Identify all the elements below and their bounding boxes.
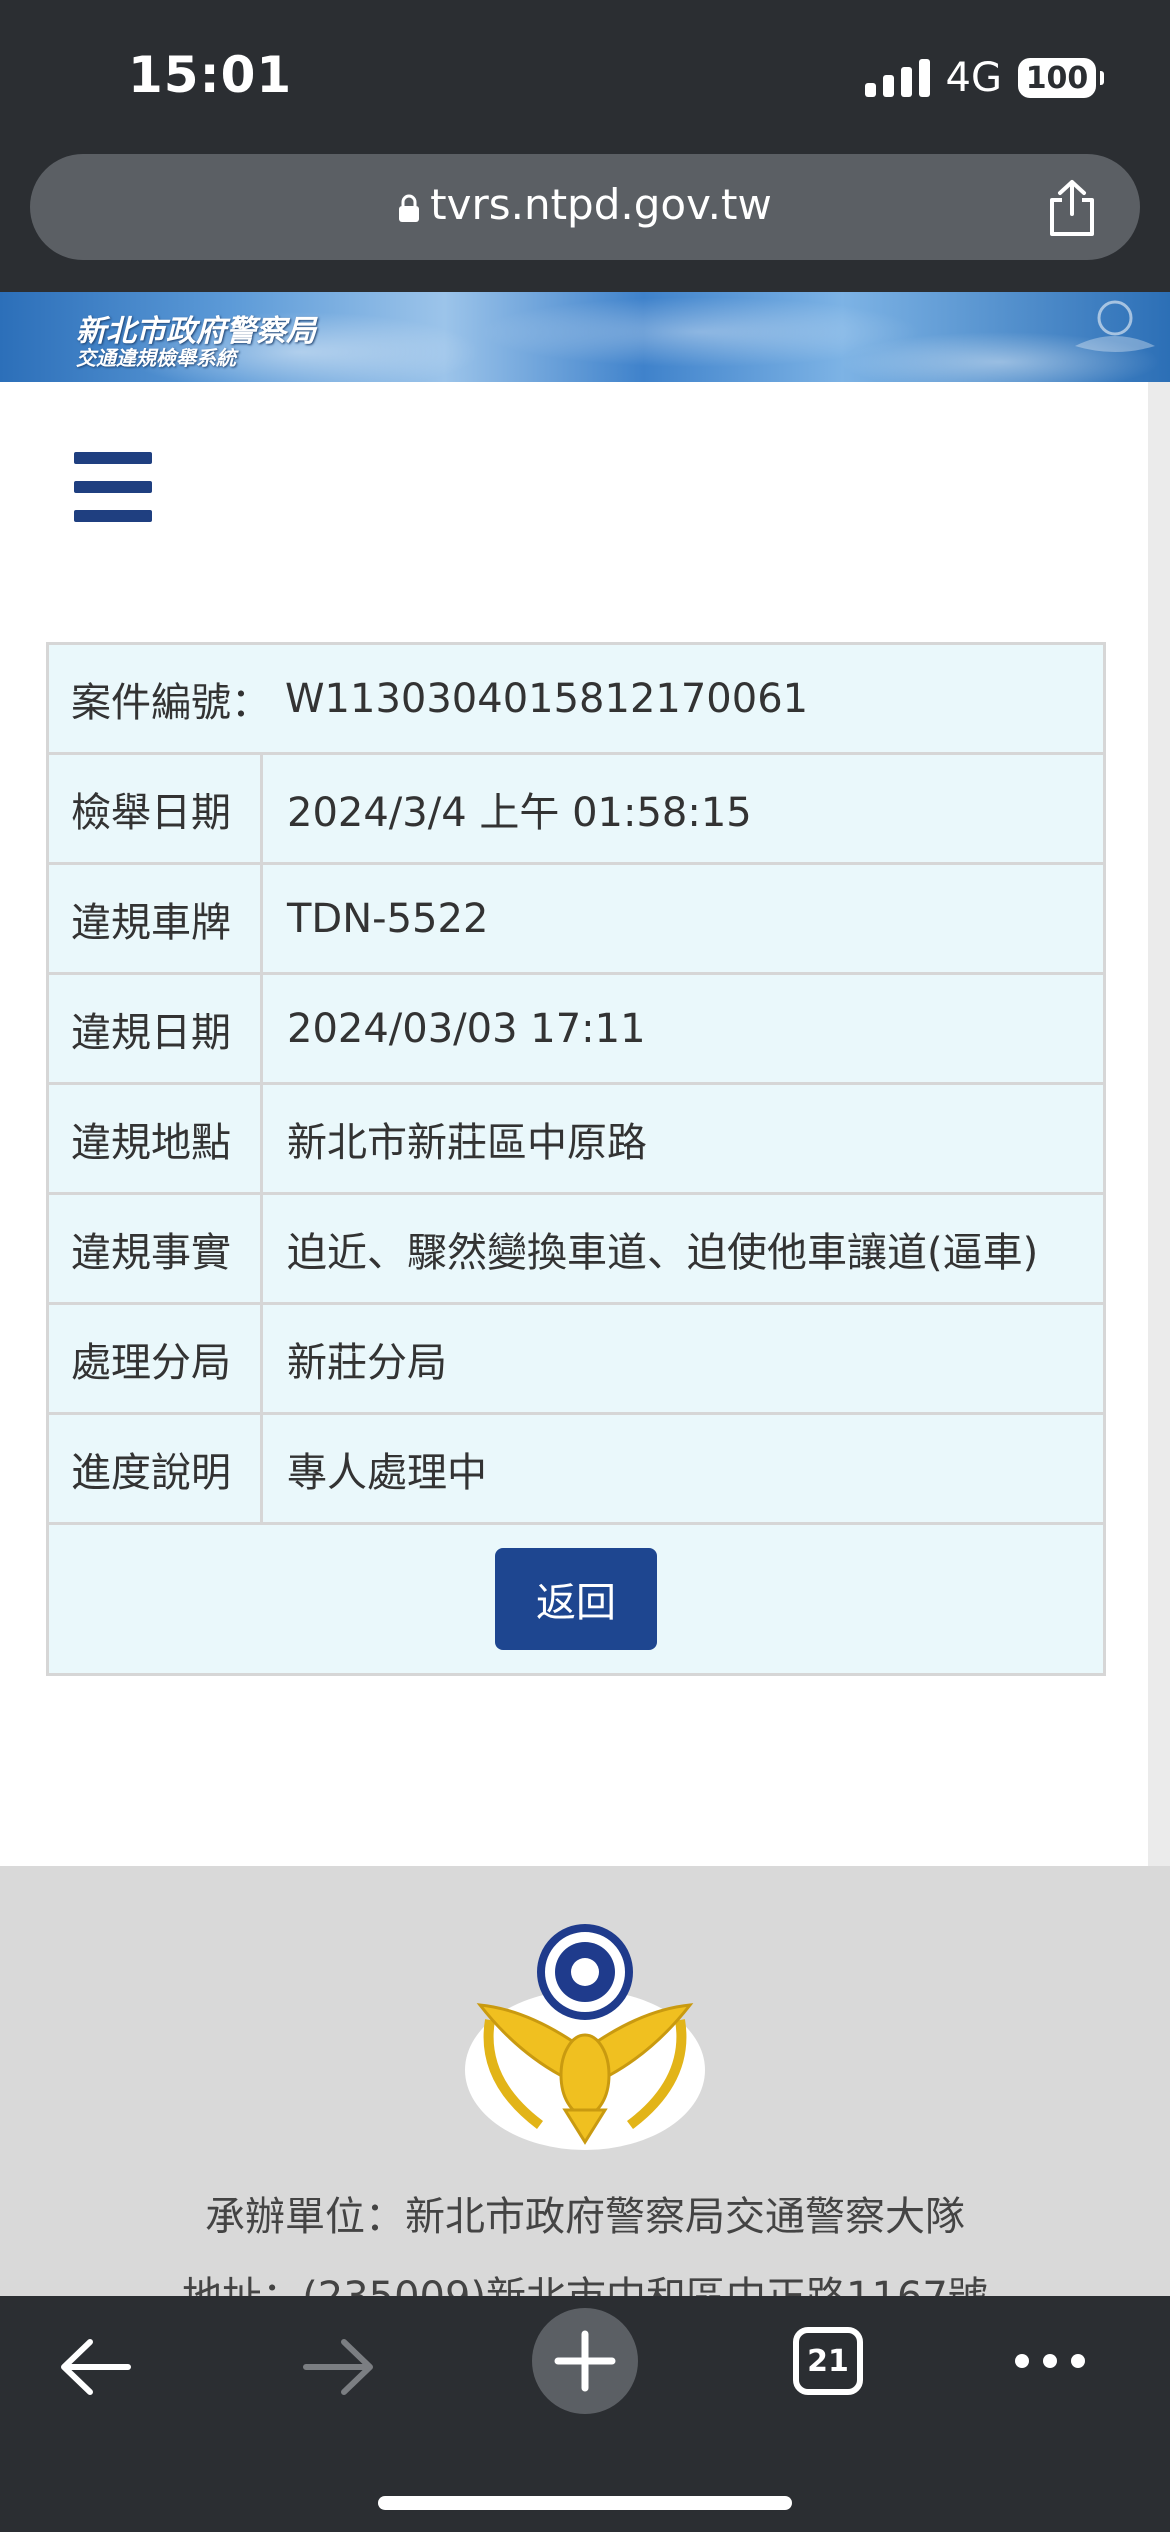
violation-location-label: 違規地點 (49, 1085, 263, 1192)
handling-branch-label: 處理分局 (49, 1305, 263, 1412)
license-plate-value: TDN-5522 (287, 895, 489, 942)
case-number-value: W1130304015812170061 (285, 675, 809, 722)
share-icon[interactable] (1044, 178, 1100, 238)
footer-organizer: 承辦單位：新北市政府警察局交通警察大隊 (205, 2194, 965, 2240)
page-footer: 承辦單位：新北市政府警察局交通警察大隊 地址：(235009)新北市中和區中正路… (0, 1866, 1170, 2320)
violation-location-value: 新北市新莊區中原路 (287, 1119, 647, 1166)
case-detail-table: 案件編號： W1130304015812170061 檢舉日期 2024/3/4… (46, 642, 1106, 1676)
status-indicators: 4G 100 (864, 54, 1104, 102)
violation-fact-value: 迫近、驟然變換車道、迫使他車讓道(逼車) (287, 1229, 1039, 1276)
progress-value: 專人處理中 (287, 1449, 487, 1496)
url-text: tvrs.ntpd.gov.tw (430, 180, 772, 229)
table-row: 違規車牌 TDN-5522 (49, 865, 1103, 975)
case-number-row: 案件編號： W1130304015812170061 (49, 645, 1103, 755)
table-row: 檢舉日期 2024/3/4 上午 01:58:15 (49, 755, 1103, 865)
progress-label: 進度說明 (49, 1415, 263, 1522)
more-menu-icon[interactable] (1012, 2348, 1088, 2374)
back-arrow-icon[interactable] (56, 2332, 134, 2402)
address-bar[interactable]: tvrs.ntpd.gov.tw (30, 154, 1140, 260)
report-date-label: 檢舉日期 (49, 755, 263, 862)
table-row: 違規日期 2024/03/03 17:11 (49, 975, 1103, 1085)
page-scrollbar[interactable] (1148, 382, 1170, 1866)
lock-icon (399, 194, 420, 222)
battery-icon: 100 (1018, 58, 1104, 98)
license-plate-label: 違規車牌 (49, 865, 263, 972)
case-number-label: 案件編號： (71, 679, 271, 726)
tab-count: 21 (807, 2343, 849, 2379)
table-row: 進度說明 專人處理中 (49, 1415, 1103, 1525)
home-indicator[interactable] (378, 2496, 792, 2510)
violation-date-label: 違規日期 (49, 975, 263, 1082)
banner-subtitle: 交通違規檢舉系統 (76, 346, 236, 370)
report-date-value: 2024/3/4 上午 01:58:15 (287, 789, 752, 836)
back-button[interactable]: 返回 (495, 1548, 657, 1650)
browser-bottom-bar: 21 (0, 2296, 1170, 2532)
action-row: 返回 (49, 1525, 1103, 1673)
hamburger-menu-icon[interactable] (74, 452, 152, 522)
handling-branch-value: 新莊分局 (287, 1339, 447, 1386)
violation-fact-label: 違規事實 (49, 1195, 263, 1302)
police-emblem-icon (1075, 300, 1155, 352)
table-row: 處理分局 新莊分局 (49, 1305, 1103, 1415)
browser-top-bar: 15:01 4G 100 tvrs.ntpd.gov.tw (0, 0, 1170, 292)
violation-date-value: 2024/03/03 17:11 (287, 1005, 646, 1052)
table-row: 違規事實 迫近、驟然變換車道、迫使他車讓道(逼車) (49, 1195, 1103, 1305)
url-display[interactable]: tvrs.ntpd.gov.tw (30, 180, 1140, 229)
tabs-button[interactable]: 21 (792, 2326, 864, 2396)
table-row: 違規地點 新北市新莊區中原路 (49, 1085, 1103, 1195)
police-emblem-icon (465, 1924, 705, 2150)
network-type: 4G (945, 55, 1002, 101)
cellular-signal-icon (864, 59, 930, 97)
site-banner[interactable]: 新北市政府警察局 交通違規檢舉系統 (0, 292, 1170, 382)
status-time: 15:01 (128, 46, 293, 104)
new-tab-icon[interactable] (530, 2306, 640, 2416)
forward-arrow-icon[interactable] (300, 2332, 378, 2402)
